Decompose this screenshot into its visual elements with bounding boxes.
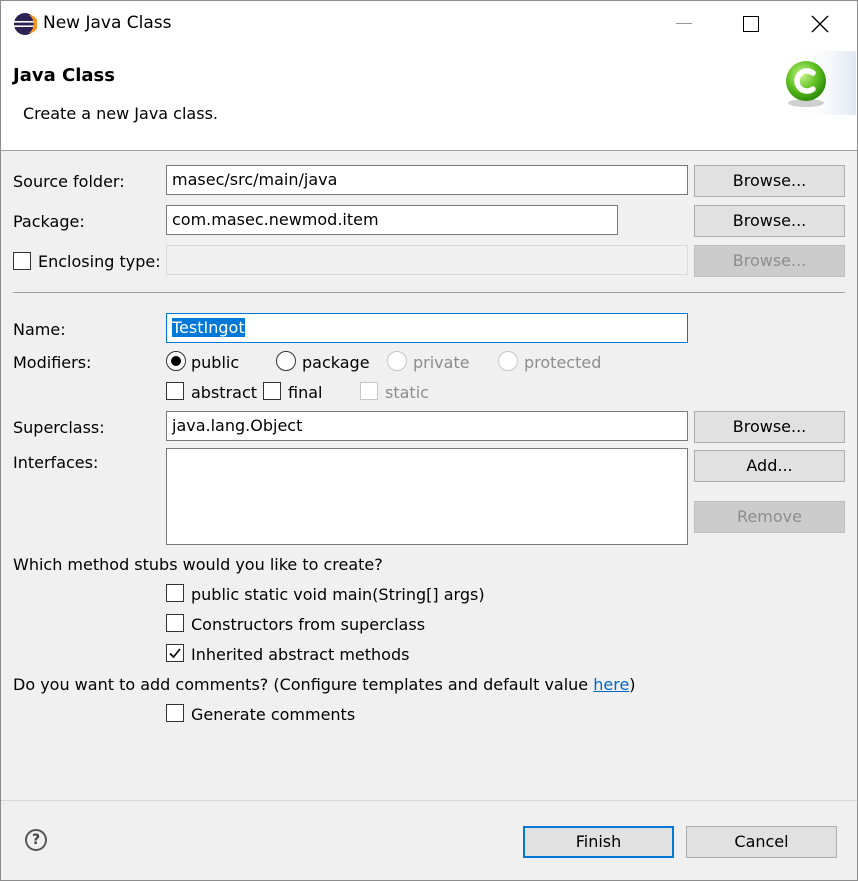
enclosing-type-browse-button[interactable]: Browse... <box>694 245 845 277</box>
eclipse-icon <box>14 13 37 35</box>
modifier-private-label: private <box>413 353 470 372</box>
radio-selected-dot <box>171 356 181 366</box>
window-title: New Java Class <box>43 13 172 33</box>
modifiers-label: Modifiers: <box>13 353 92 372</box>
modifier-package-radio[interactable] <box>276 351 296 371</box>
modifier-protected-radio[interactable] <box>498 351 518 371</box>
modifier-abstract-label: abstract <box>191 383 258 402</box>
modifier-static-checkbox[interactable] <box>360 382 378 400</box>
wizard-banner: Java Class Create a new Java class. <box>1 47 857 150</box>
page-description: Create a new Java class. <box>23 104 218 123</box>
banner-separator <box>1 150 857 151</box>
close-button[interactable] <box>787 1 857 47</box>
modifier-final-checkbox[interactable] <box>263 382 281 400</box>
superclass-label: Superclass: <box>13 418 105 437</box>
stub-main-label: public static void main(String[] args) <box>191 585 485 604</box>
package-browse-button[interactable]: Browse... <box>694 205 845 237</box>
modifier-static-label: static <box>385 383 429 402</box>
comments-question-suffix: ) <box>629 675 636 694</box>
name-input[interactable]: TestIngot <box>166 313 688 343</box>
source-folder-input[interactable]: masec/src/main/java <box>166 165 688 195</box>
modifier-final-label: final <box>288 383 323 402</box>
checkmark-icon <box>169 648 181 659</box>
superclass-input[interactable]: java.lang.Object <box>166 411 688 441</box>
modifier-package-label: package <box>302 353 370 372</box>
page-title: Java Class <box>13 65 115 86</box>
help-icon[interactable]: ? <box>25 829 47 851</box>
minimize-button[interactable] <box>649 1 719 47</box>
remove-interface-button[interactable]: Remove <box>694 501 845 533</box>
enclosing-type-input[interactable] <box>166 245 688 275</box>
enclosing-type-label: Enclosing type: <box>38 252 161 271</box>
close-icon <box>811 15 829 33</box>
interfaces-label: Interfaces: <box>13 453 99 472</box>
interfaces-list[interactable] <box>166 448 688 545</box>
stub-constructors-checkbox[interactable] <box>166 614 184 632</box>
comments-question-text: Do you want to add comments? (Configure … <box>13 675 594 694</box>
modifier-public-radio[interactable] <box>166 351 186 371</box>
configure-templates-link[interactable]: here <box>593 675 629 694</box>
comments-question: Do you want to add comments? (Configure … <box>13 675 636 694</box>
enclosing-type-checkbox[interactable] <box>13 252 31 270</box>
package-label: Package: <box>13 212 85 231</box>
modifier-private-radio[interactable] <box>387 351 407 371</box>
stub-constructors-label: Constructors from superclass <box>191 615 426 634</box>
generate-comments-label: Generate comments <box>191 705 356 724</box>
superclass-browse-button[interactable]: Browse... <box>694 411 845 443</box>
section-separator <box>13 292 845 293</box>
source-folder-label: Source folder: <box>13 172 125 191</box>
cancel-button[interactable]: Cancel <box>686 826 837 858</box>
name-label: Name: <box>13 320 66 339</box>
java-class-wizard-icon <box>786 51 856 115</box>
package-input[interactable]: com.masec.newmod.item <box>166 205 618 235</box>
source-folder-browse-button[interactable]: Browse... <box>694 165 845 197</box>
stub-inherited-label: Inherited abstract methods <box>191 645 410 664</box>
finish-button[interactable]: Finish <box>523 826 674 858</box>
maximize-icon <box>743 16 759 32</box>
minimize-icon <box>676 23 692 24</box>
title-bar[interactable]: New Java Class <box>1 1 857 47</box>
stub-inherited-checkbox[interactable] <box>166 644 184 662</box>
add-interface-button[interactable]: Add... <box>694 450 845 482</box>
new-java-class-dialog: New Java Class Java Class Create a new J… <box>0 0 858 881</box>
generate-comments-checkbox[interactable] <box>166 704 184 722</box>
modifier-public-label: public <box>191 353 240 372</box>
name-input-value: TestIngot <box>172 318 245 337</box>
footer-separator <box>1 800 857 801</box>
stub-main-checkbox[interactable] <box>166 584 184 602</box>
modifier-protected-label: protected <box>524 353 602 372</box>
modifier-abstract-checkbox[interactable] <box>166 382 184 400</box>
maximize-button[interactable] <box>719 1 789 47</box>
method-stubs-question: Which method stubs would you like to cre… <box>13 555 383 574</box>
